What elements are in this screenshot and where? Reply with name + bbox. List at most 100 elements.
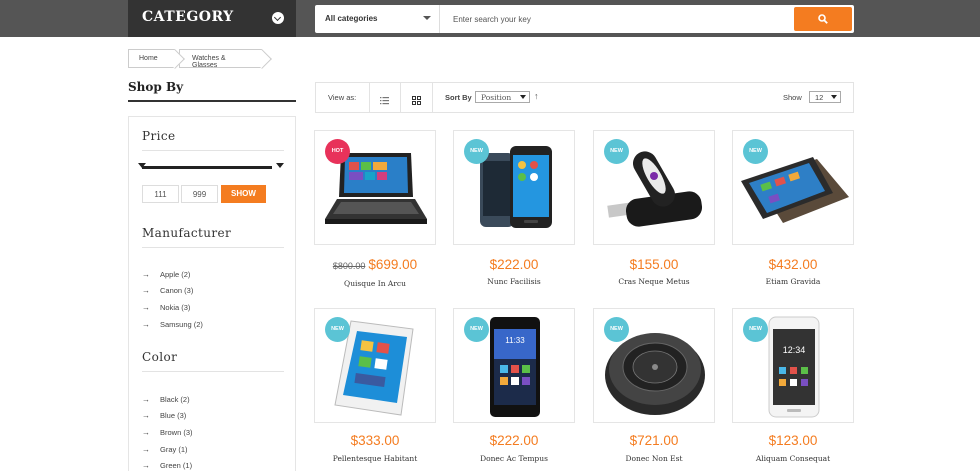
manufacturer-label: Canon (3) xyxy=(160,286,194,296)
color-label: Brown (3) xyxy=(160,427,193,437)
color-item[interactable]: → Brown (3) xyxy=(142,424,193,441)
product-image[interactable]: NEW xyxy=(593,130,715,245)
product-name[interactable]: Aliquam Consequat xyxy=(732,454,854,463)
price: $721.00 xyxy=(593,432,715,450)
arrow-right-icon: → xyxy=(142,411,150,421)
arrow-right-icon: → xyxy=(142,461,150,471)
product-name[interactable]: Donec Ac Tempus xyxy=(453,454,575,463)
filter-sidebar: Price SHOW Manufacturer → Apple (2) → Cano… xyxy=(128,116,296,471)
product-name[interactable]: Etiam Gravida xyxy=(732,277,854,286)
color-list: → Black (2) → Blue (3) → Brown (3) → Gray (1… xyxy=(142,391,193,471)
price: $333.00 xyxy=(314,432,436,450)
divider xyxy=(128,100,296,102)
price-slider-track[interactable] xyxy=(138,163,284,169)
manufacturer-list: → Apple (2) → Canon (3) → Nokia (3) → Samsun… xyxy=(142,266,203,332)
color-item[interactable]: → Black (2) xyxy=(142,391,193,408)
hot-badge: HOT xyxy=(325,139,350,164)
product-image[interactable]: NEW 12:34 xyxy=(732,308,854,423)
manufacturer-label: Apple (2) xyxy=(160,269,191,279)
new-badge: NEW xyxy=(464,317,489,342)
search-button[interactable] xyxy=(794,7,852,31)
product-image[interactable]: NEW xyxy=(453,130,575,245)
price: $222.00 xyxy=(453,432,575,450)
new-badge: NEW xyxy=(743,317,768,342)
divider xyxy=(142,371,284,372)
new-badge: NEW xyxy=(325,317,350,342)
divider xyxy=(142,247,284,248)
list-view-icon[interactable] xyxy=(380,92,389,110)
price-max-input[interactable] xyxy=(181,185,218,203)
price: $123.00 xyxy=(732,432,854,450)
search-input[interactable] xyxy=(441,5,791,33)
manufacturer-item[interactable]: → Nokia (3) xyxy=(142,299,203,316)
color-item[interactable]: → Green (1) xyxy=(142,457,193,471)
arrow-right-icon: → xyxy=(142,319,150,329)
new-badge: NEW xyxy=(604,317,629,342)
sort-by-label: Sort By xyxy=(445,93,472,102)
product-image[interactable]: NEW 11:33 xyxy=(453,308,575,423)
product-name[interactable]: Pellentesque Habitant xyxy=(314,454,436,463)
product-name[interactable]: Quisque In Arcu xyxy=(314,279,436,288)
arrow-right-icon: → xyxy=(142,269,150,279)
slider-handle-min[interactable] xyxy=(138,163,146,168)
divider xyxy=(142,150,284,151)
price-show-button[interactable]: SHOW xyxy=(221,185,266,203)
caret-down-icon xyxy=(520,95,526,99)
product-name[interactable]: Nunc Facilisis xyxy=(453,277,575,286)
new-badge: NEW xyxy=(743,139,768,164)
product-image[interactable]: NEW xyxy=(593,308,715,423)
arrow-right-icon: → xyxy=(142,394,150,404)
sort-select[interactable]: Position xyxy=(475,91,530,103)
regular-price: $155.00 xyxy=(629,257,679,272)
manufacturer-item[interactable]: → Apple (2) xyxy=(142,266,203,283)
regular-price: $333.00 xyxy=(350,433,400,448)
sort-direction-icon[interactable]: ↑ xyxy=(534,91,539,101)
search-category-select[interactable]: All categories xyxy=(315,5,440,33)
product-toolbar: View as: Sort By Position ↑ Show 12 xyxy=(315,82,854,113)
special-price: $699.00 xyxy=(368,257,418,272)
category-menu-button[interactable]: CATEGORY xyxy=(128,0,296,37)
color-item[interactable]: → Blue (3) xyxy=(142,408,193,425)
category-title: CATEGORY xyxy=(142,9,234,25)
product-name[interactable]: Donec Non Est xyxy=(593,454,715,463)
grid-view-icon[interactable] xyxy=(412,92,421,110)
product-image[interactable]: NEW xyxy=(314,308,436,423)
color-item[interactable]: → Gray (1) xyxy=(142,441,193,458)
slider-handle-max[interactable] xyxy=(276,163,284,168)
search-bar: All categories xyxy=(315,5,854,33)
product-image[interactable]: HOT xyxy=(314,130,436,245)
arrow-right-icon: → xyxy=(142,286,150,296)
divider xyxy=(400,83,401,112)
breadcrumb-category[interactable]: Watches & Glasses xyxy=(179,49,262,69)
new-badge: NEW xyxy=(464,139,489,164)
price: $155.00 xyxy=(593,256,715,274)
price-heading: Price xyxy=(142,129,176,143)
regular-price: $123.00 xyxy=(768,433,818,448)
old-price: $800.00 xyxy=(332,261,366,271)
divider xyxy=(432,83,433,112)
price: $222.00 xyxy=(453,256,575,274)
chevron-down-icon[interactable] xyxy=(272,12,284,24)
product-image[interactable]: NEW xyxy=(732,130,854,245)
color-label: Gray (1) xyxy=(160,444,188,454)
product-name[interactable]: Cras Neque Metus xyxy=(593,277,715,286)
limit-select[interactable]: 12 xyxy=(809,91,841,103)
show-label: Show xyxy=(783,93,802,102)
arrow-right-icon: → xyxy=(142,444,150,454)
price: $800.00 $699.00 xyxy=(314,256,436,274)
color-label: Blue (3) xyxy=(160,411,187,421)
price-min-input[interactable] xyxy=(142,185,179,203)
manufacturer-item[interactable]: → Samsung (2) xyxy=(142,316,203,333)
caret-down-icon xyxy=(831,95,837,99)
breadcrumb-home[interactable]: Home xyxy=(128,49,175,68)
breadcrumb: Home Watches & Glasses xyxy=(128,49,262,69)
divider xyxy=(369,83,370,112)
arrow-right-icon: → xyxy=(142,302,150,312)
svg-text:11:33: 11:33 xyxy=(505,336,525,345)
caret-down-icon xyxy=(423,16,431,20)
manufacturer-item[interactable]: → Canon (3) xyxy=(142,283,203,300)
shop-by-title: Shop By xyxy=(128,80,184,94)
sort-value: Position xyxy=(481,93,512,102)
view-as-label: View as: xyxy=(328,93,357,102)
regular-price: $222.00 xyxy=(489,257,539,272)
